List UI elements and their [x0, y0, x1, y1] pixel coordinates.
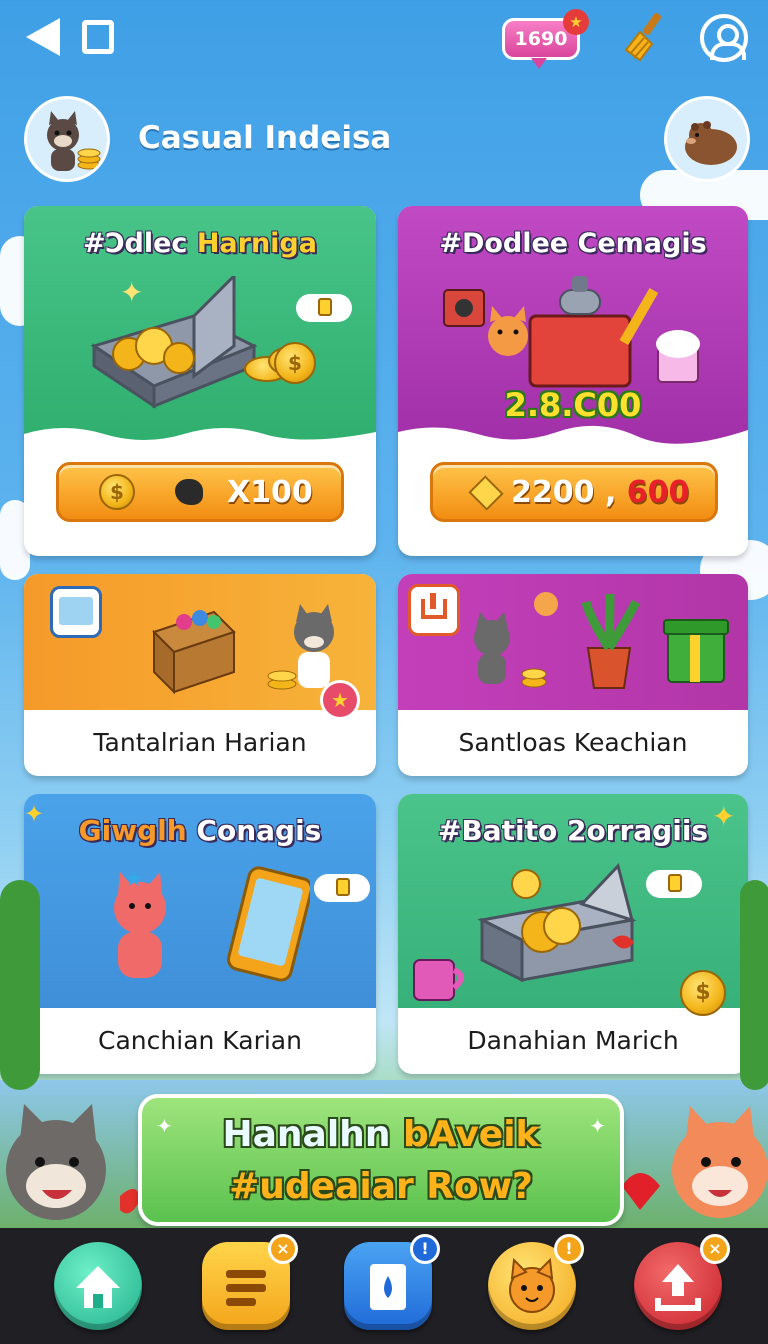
nav-home-button[interactable] — [54, 1242, 142, 1330]
tree — [0, 880, 40, 1090]
cloud-icon — [314, 874, 370, 902]
coin-icon: $ — [274, 342, 316, 384]
daily-task-card[interactable]: ★ Tantalrian Harian — [24, 574, 376, 776]
profile-icon[interactable] — [700, 14, 748, 62]
bird-icon — [175, 479, 203, 505]
bottom-nav: × ! ! × — [0, 1228, 768, 1344]
cat-with-phone-icon: ★ — [114, 866, 310, 982]
coin-icon: $ — [99, 474, 135, 510]
top-bar: 1690 ★ — [0, 0, 768, 80]
card-label: Santloas Keachian — [458, 728, 688, 757]
nav-share-button[interactable]: × — [634, 1234, 730, 1330]
home-icon — [76, 1266, 120, 1308]
nav-pets-button[interactable]: ! — [488, 1234, 584, 1330]
close-badge-icon: × — [700, 1234, 730, 1264]
star-icon: ★ — [563, 9, 589, 35]
banner-line-2: #udeaiar Row? — [229, 1166, 533, 1207]
card-title: #Batito 2orragiis — [437, 814, 709, 847]
safe-with-coins-icon: ✦ — [90, 276, 258, 409]
batito-card[interactable]: #Batito 2orragiis $ ✦ Danahian Marich — [398, 794, 748, 1074]
nav-notes-button[interactable]: ! — [344, 1234, 440, 1330]
claim-x100-button[interactable]: $ X100 — [56, 462, 344, 522]
tree — [740, 880, 768, 1090]
promo-banner[interactable]: Hanalhn bAveik #udeaiar Row? ✦ ✦ — [138, 1094, 624, 1226]
button-label: 2200 , 600 — [511, 475, 690, 510]
sparkle-icon: ✦ — [24, 800, 45, 828]
reward-amount: 2.8.C00 — [504, 386, 642, 424]
cloud-icon — [296, 294, 352, 322]
gray-cat-mascot — [6, 1104, 140, 1220]
orange-cat-mascot — [622, 1106, 768, 1218]
card-title: #Ͻdlec Harniga — [83, 228, 317, 259]
offer-card-cemagis[interactable]: #Dodlee Cemagis 2.8.C00 2200 , 600 — [398, 206, 748, 556]
window-icon — [50, 586, 102, 638]
coin-count: 1690 — [514, 28, 568, 50]
svg-text:✦: ✦ — [120, 276, 143, 309]
info-badge-icon: ! — [410, 1234, 440, 1264]
coin-counter-badge[interactable]: 1690 ★ — [502, 9, 589, 69]
button-label: X100 — [227, 475, 313, 510]
avatar[interactable] — [664, 96, 750, 182]
collect-card[interactable]: Santloas Keachian — [398, 574, 748, 776]
coin-icon: $ — [680, 970, 726, 1016]
nav-tasks-button[interactable]: × — [202, 1234, 298, 1330]
svg-text:★: ★ — [124, 867, 144, 892]
star-badge-icon: ★ — [320, 680, 360, 720]
cloud-icon — [646, 870, 702, 898]
treasure-chest-cat-icon — [152, 604, 334, 695]
card-title: #Dodlee Cemagis — [439, 228, 707, 259]
card-title: Giwglh Conagis — [78, 814, 322, 847]
close-badge-icon: × — [268, 1234, 298, 1264]
sparkle-icon: ✦ — [156, 1114, 173, 1138]
page-title: Casual Indeisa — [138, 120, 392, 156]
sparkle-icon: ✦ — [589, 1114, 606, 1138]
back-icon[interactable] — [26, 18, 60, 56]
offer-card-hamiga[interactable]: #Ͻdlec Harniga ✦ $ $ $ X100 — [24, 206, 376, 556]
card-label: Canchian Karian — [98, 1026, 302, 1055]
sparkle-icon: ✦ — [712, 800, 736, 833]
ticket-icon — [468, 475, 504, 511]
broom-icon[interactable] — [618, 10, 674, 66]
claim-2200-button[interactable]: 2200 , 600 — [430, 462, 718, 522]
download-icon — [408, 584, 460, 636]
banner-line-1: Hanalhn bAveik — [222, 1114, 540, 1155]
card-label: Danahian Marich — [467, 1026, 679, 1055]
avatar[interactable] — [24, 96, 110, 182]
recent-apps-icon[interactable] — [82, 20, 114, 54]
cat-plant-gift-icon — [474, 592, 729, 689]
card-label: Tantalrian Harian — [93, 728, 307, 757]
conagis-card[interactable]: Giwglh Conagis ★ ✦ Canchian Karian — [24, 794, 376, 1074]
info-badge-icon: ! — [554, 1234, 584, 1264]
